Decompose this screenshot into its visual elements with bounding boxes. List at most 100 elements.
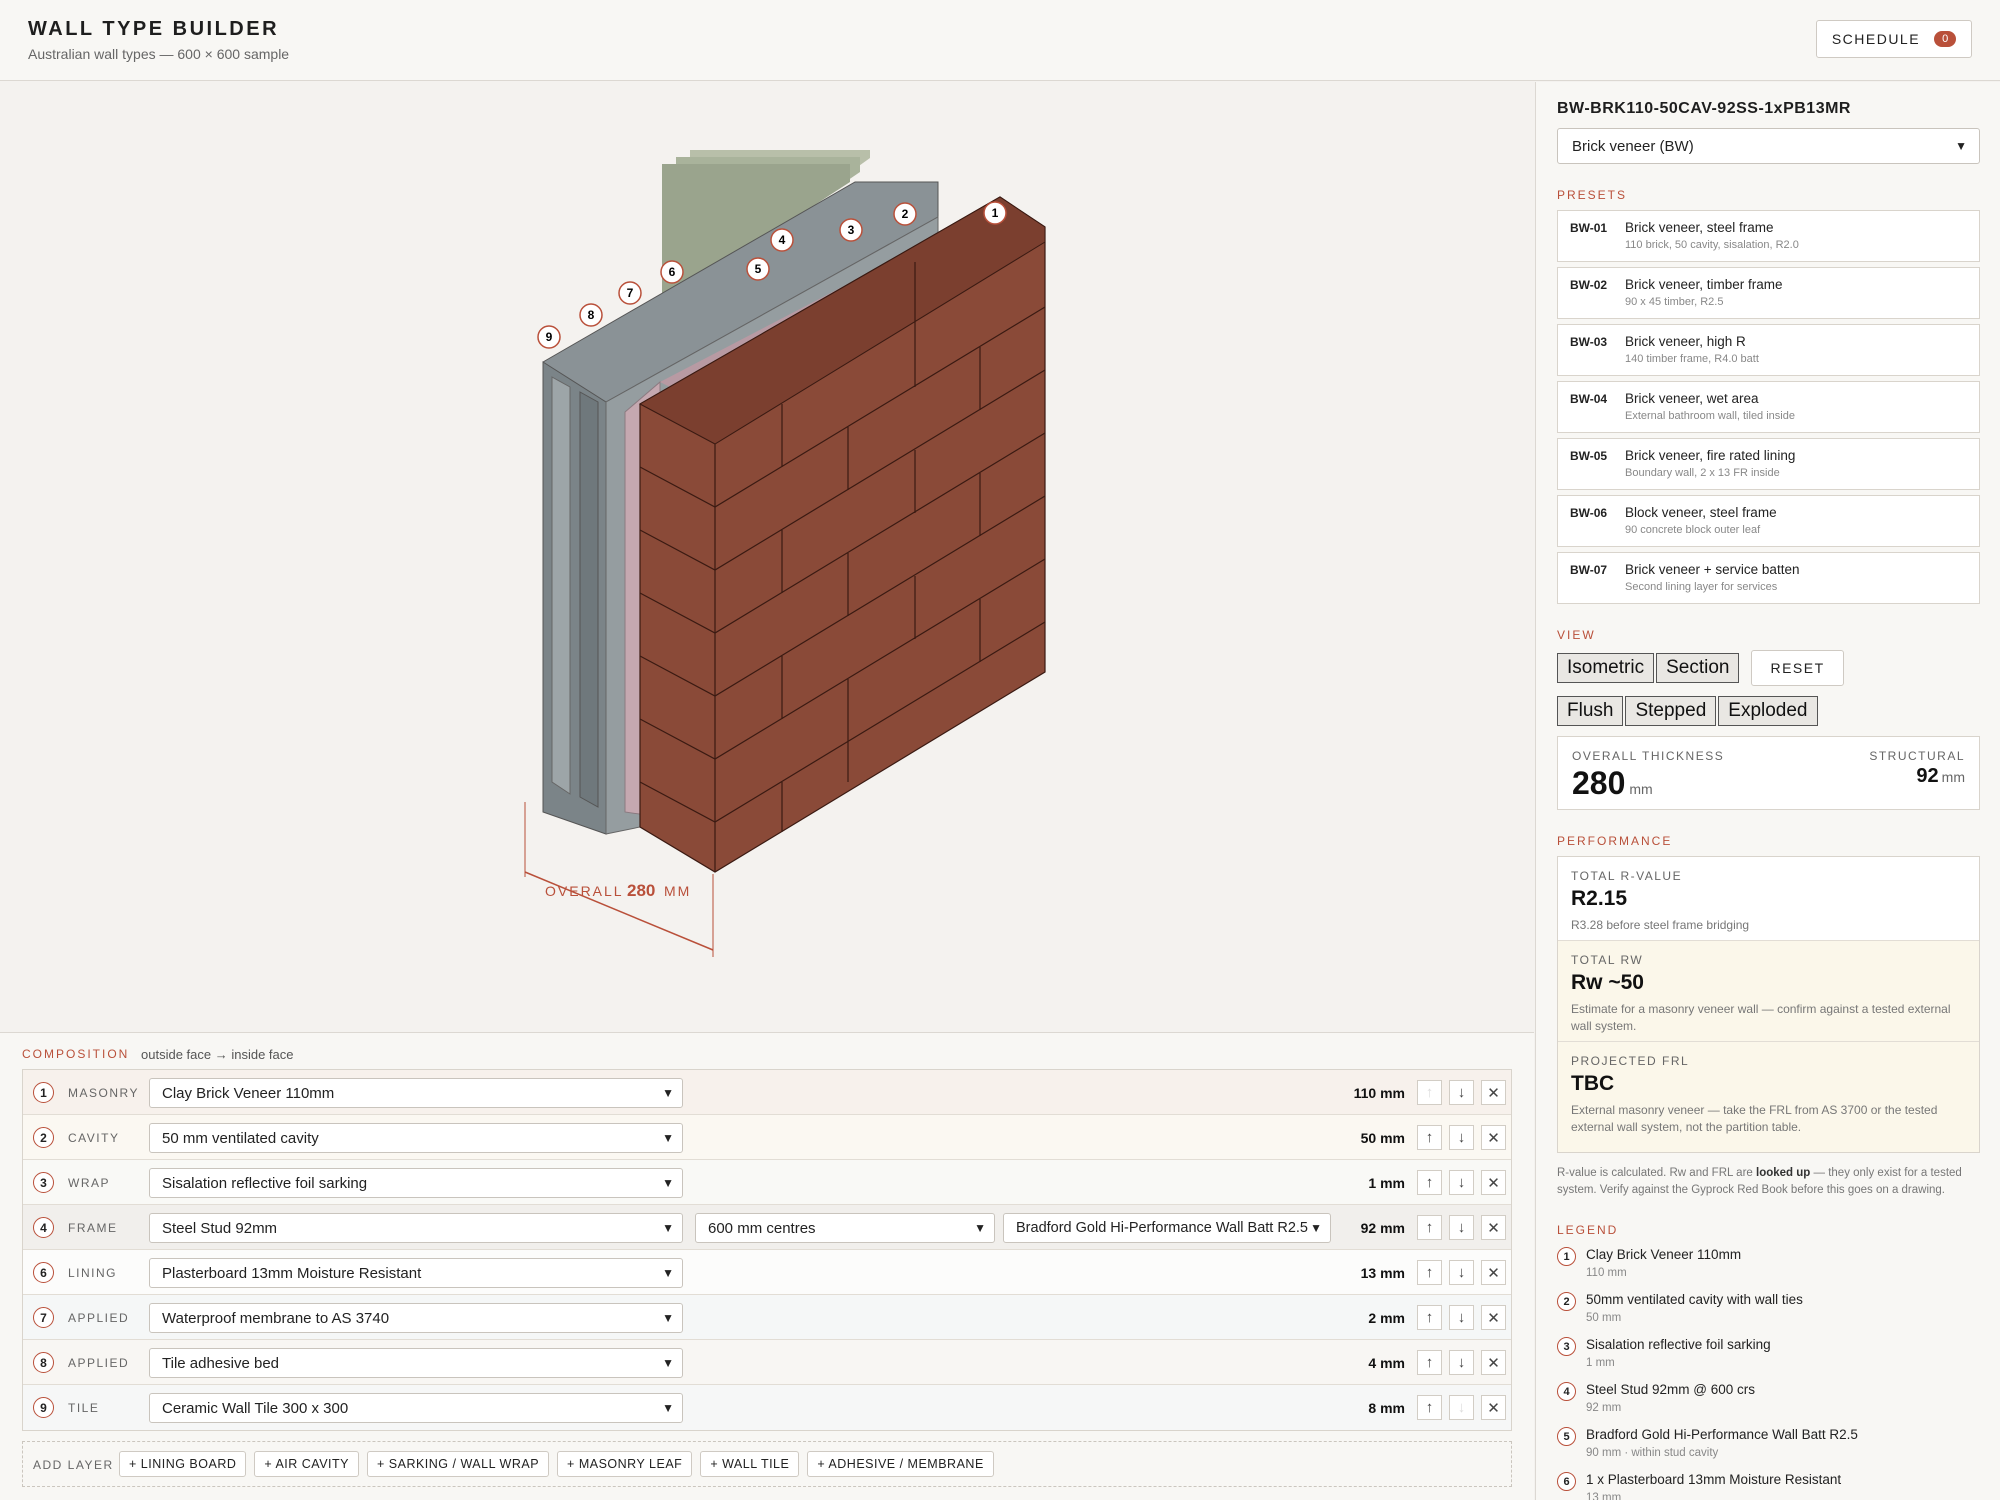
schedule-button[interactable]: SCHEDULE 0 xyxy=(1816,20,1972,58)
layer-material-select[interactable]: Steel Stud 92mm ▼ xyxy=(149,1213,683,1243)
preset-bw-01[interactable]: BW-01 Brick veneer, steel frame 110 brick,… xyxy=(1557,210,1980,262)
structural-label: STRUCTURAL xyxy=(1869,749,1965,763)
layer-material-select[interactable]: Waterproof membrane to AS 3740 ▼ xyxy=(149,1303,683,1333)
move-up-button[interactable]: ↑ xyxy=(1417,1215,1442,1240)
layout-flush-button[interactable]: Flush xyxy=(1557,696,1624,726)
chevron-down-icon: ▼ xyxy=(662,1311,674,1325)
schedule-count-badge: 0 xyxy=(1934,31,1957,47)
remove-layer-button[interactable]: ✕ xyxy=(1481,1305,1506,1330)
legend-item: 61 x Plasterboard 13mm Moisture Resistan… xyxy=(1557,1470,1980,1500)
layer-material-select[interactable]: 50 mm ventilated cavity ▼ xyxy=(149,1123,683,1153)
wall-type-value: Brick veneer (BW) xyxy=(1572,137,1694,155)
move-down-button[interactable]: ↓ xyxy=(1449,1125,1474,1150)
add-adhesive-membrane-button[interactable]: + ADHESIVE / MEMBRANE xyxy=(807,1451,994,1477)
dimension-unit: MM xyxy=(664,883,691,899)
preset-bw-07[interactable]: BW-07 Brick veneer + service batten Second… xyxy=(1557,552,1980,604)
callout-8[interactable]: 8 xyxy=(579,303,603,327)
move-down-button[interactable]: ↓ xyxy=(1449,1080,1474,1105)
move-down-button[interactable]: ↓ xyxy=(1449,1215,1474,1240)
performance-disclaimer: R-value is calculated. Rw and FRL are lo… xyxy=(1557,1167,1962,1196)
move-down-button[interactable]: ↓ xyxy=(1449,1170,1474,1195)
stud-spacing-select[interactable]: 600 mm centres ▼ xyxy=(695,1213,995,1243)
add-layer-label: ADD LAYER xyxy=(33,1458,114,1472)
add-sarking-button[interactable]: + SARKING / WALL WRAP xyxy=(367,1451,550,1477)
legend-list: 1 Clay Brick Veneer 110mm 110 mm 2 50mm ven… xyxy=(1557,1245,1980,1500)
app-header: WALL TYPE BUILDER Australian wall types … xyxy=(0,0,2000,81)
view-section-button[interactable]: Section xyxy=(1656,653,1740,683)
view-isometric-button[interactable]: Isometric xyxy=(1557,653,1655,683)
wall-code: BW-BRK110-50CAV-92SS-1xPB13MR xyxy=(1557,100,1851,117)
preset-bw-05[interactable]: BW-05 Brick veneer, fire rated lining Boun… xyxy=(1557,438,1980,490)
chevron-down-icon: ▼ xyxy=(662,1401,674,1415)
legend-item: 4 Steel Stud 92mm @ 600 crs 92 mm xyxy=(1557,1380,1980,1425)
layer-material-select[interactable]: Tile adhesive bed ▼ xyxy=(149,1348,683,1378)
layout-exploded-button[interactable]: Exploded xyxy=(1718,696,1818,726)
frl-value: TBC xyxy=(1571,1072,1615,1095)
move-up-button[interactable]: ↑ xyxy=(1417,1260,1442,1285)
callout-9[interactable]: 9 xyxy=(537,325,561,349)
preset-bw-03[interactable]: BW-03 Brick veneer, high R 140 timber fram… xyxy=(1557,324,1980,376)
add-air-cavity-button[interactable]: + AIR CAVITY xyxy=(254,1451,359,1477)
frl-section: PROJECTED FRL TBC External masonry venee… xyxy=(1558,1042,1979,1152)
composition-direction: outside face → inside face xyxy=(141,1047,294,1062)
wall-type-select[interactable]: Brick veneer (BW) ▼ xyxy=(1557,128,1980,164)
callout-3[interactable]: 3 xyxy=(839,218,863,242)
callout-4[interactable]: 4 xyxy=(770,228,794,252)
move-down-button[interactable]: ↓ xyxy=(1449,1260,1474,1285)
app-subtitle: Australian wall types — 600 × 600 sample xyxy=(28,46,290,62)
remove-layer-button[interactable]: ✕ xyxy=(1481,1215,1506,1240)
insulation-select[interactable]: Bradford Gold Hi-Performance Wall Batt R… xyxy=(1003,1213,1331,1243)
preset-bw-04[interactable]: BW-04 Brick veneer, wet area External bath… xyxy=(1557,381,1980,433)
view-mode-row: Isometric Section RESET xyxy=(1557,650,1980,686)
move-up-button[interactable]: ↑ xyxy=(1417,1350,1442,1375)
presets-heading: PRESETS xyxy=(1557,188,1628,202)
add-masonry-leaf-button[interactable]: + MASONRY LEAF xyxy=(557,1451,693,1477)
layer-material-select[interactable]: Plasterboard 13mm Moisture Resistant ▼ xyxy=(149,1258,683,1288)
r-value: R2.15 xyxy=(1571,887,1628,910)
wall-3d-viewport[interactable]: OVERALL 280 MM 1 2 3 4 5 6 7 8 9 xyxy=(0,82,1534,1032)
legend-item: 2 50mm ventilated cavity with wall ties 50… xyxy=(1557,1290,1980,1335)
app-title: WALL TYPE BUILDER xyxy=(28,18,280,40)
layer-material-select[interactable]: Ceramic Wall Tile 300 x 300 ▼ xyxy=(149,1393,683,1423)
move-up-button[interactable]: ↑ xyxy=(1417,1305,1442,1330)
chevron-down-icon: ▼ xyxy=(662,1131,674,1145)
move-up-button[interactable]: ↑ xyxy=(1417,1395,1442,1420)
move-up-button[interactable]: ↑ xyxy=(1417,1170,1442,1195)
performance-card: TOTAL R-VALUE R2.15 R3.28 before steel f… xyxy=(1557,856,1980,1153)
move-down-button[interactable]: ↓ xyxy=(1449,1350,1474,1375)
svg-text:6: 6 xyxy=(669,265,676,279)
preset-bw-02[interactable]: BW-02 Brick veneer, timber frame 90 x 45 t… xyxy=(1557,267,1980,319)
overall-thickness-value: 280 mm xyxy=(1572,765,1653,801)
move-down-button[interactable]: ↓ xyxy=(1449,1305,1474,1330)
remove-layer-button[interactable]: ✕ xyxy=(1481,1080,1506,1105)
remove-layer-button[interactable]: ✕ xyxy=(1481,1260,1506,1285)
callout-6[interactable]: 6 xyxy=(660,260,684,284)
move-up-button[interactable]: ↑ xyxy=(1417,1080,1442,1105)
rw-value: Rw ~50 xyxy=(1571,971,1644,994)
add-lining-board-button[interactable]: + LINING BOARD xyxy=(119,1451,247,1477)
remove-layer-button[interactable]: ✕ xyxy=(1481,1350,1506,1375)
preset-bw-06[interactable]: BW-06 Block veneer, steel frame 90 concret… xyxy=(1557,495,1980,547)
layer-row-lining: 6 LINING Plasterboard 13mm Moisture Resi… xyxy=(23,1250,1511,1295)
layer-material-select[interactable]: Sisalation reflective foil sarking ▼ xyxy=(149,1168,683,1198)
layer-row-masonry: 1 MASONRY Clay Brick Veneer 110mm ▼ 110 m… xyxy=(23,1070,1511,1115)
remove-layer-button[interactable]: ✕ xyxy=(1481,1170,1506,1195)
layout-stepped-button[interactable]: Stepped xyxy=(1625,696,1717,726)
composition-heading: COMPOSITION xyxy=(22,1047,130,1061)
move-down-button[interactable]: ↓ xyxy=(1449,1395,1474,1420)
reset-button[interactable]: RESET xyxy=(1751,650,1844,686)
callout-1[interactable]: 1 xyxy=(983,201,1007,225)
layer-material-select[interactable]: Clay Brick Veneer 110mm ▼ xyxy=(149,1078,683,1108)
svg-text:1: 1 xyxy=(992,206,999,220)
thickness-card: OVERALL THICKNESS 280 mm STRUCTURAL 92 mm xyxy=(1557,736,1980,810)
move-up-button[interactable]: ↑ xyxy=(1417,1125,1442,1150)
add-wall-tile-button[interactable]: + WALL TILE xyxy=(700,1451,800,1477)
callout-2[interactable]: 2 xyxy=(893,202,917,226)
remove-layer-button[interactable]: ✕ xyxy=(1481,1125,1506,1150)
callout-5[interactable]: 5 xyxy=(746,257,770,281)
callout-7[interactable]: 7 xyxy=(618,281,642,305)
legend-item: 3 Sisalation reflective foil sarking 1 mm xyxy=(1557,1335,1980,1380)
r-value-section: TOTAL R-VALUE R2.15 R3.28 before steel f… xyxy=(1558,857,1979,941)
remove-layer-button[interactable]: ✕ xyxy=(1481,1395,1506,1420)
structural-value: 92 mm xyxy=(1916,765,1965,787)
